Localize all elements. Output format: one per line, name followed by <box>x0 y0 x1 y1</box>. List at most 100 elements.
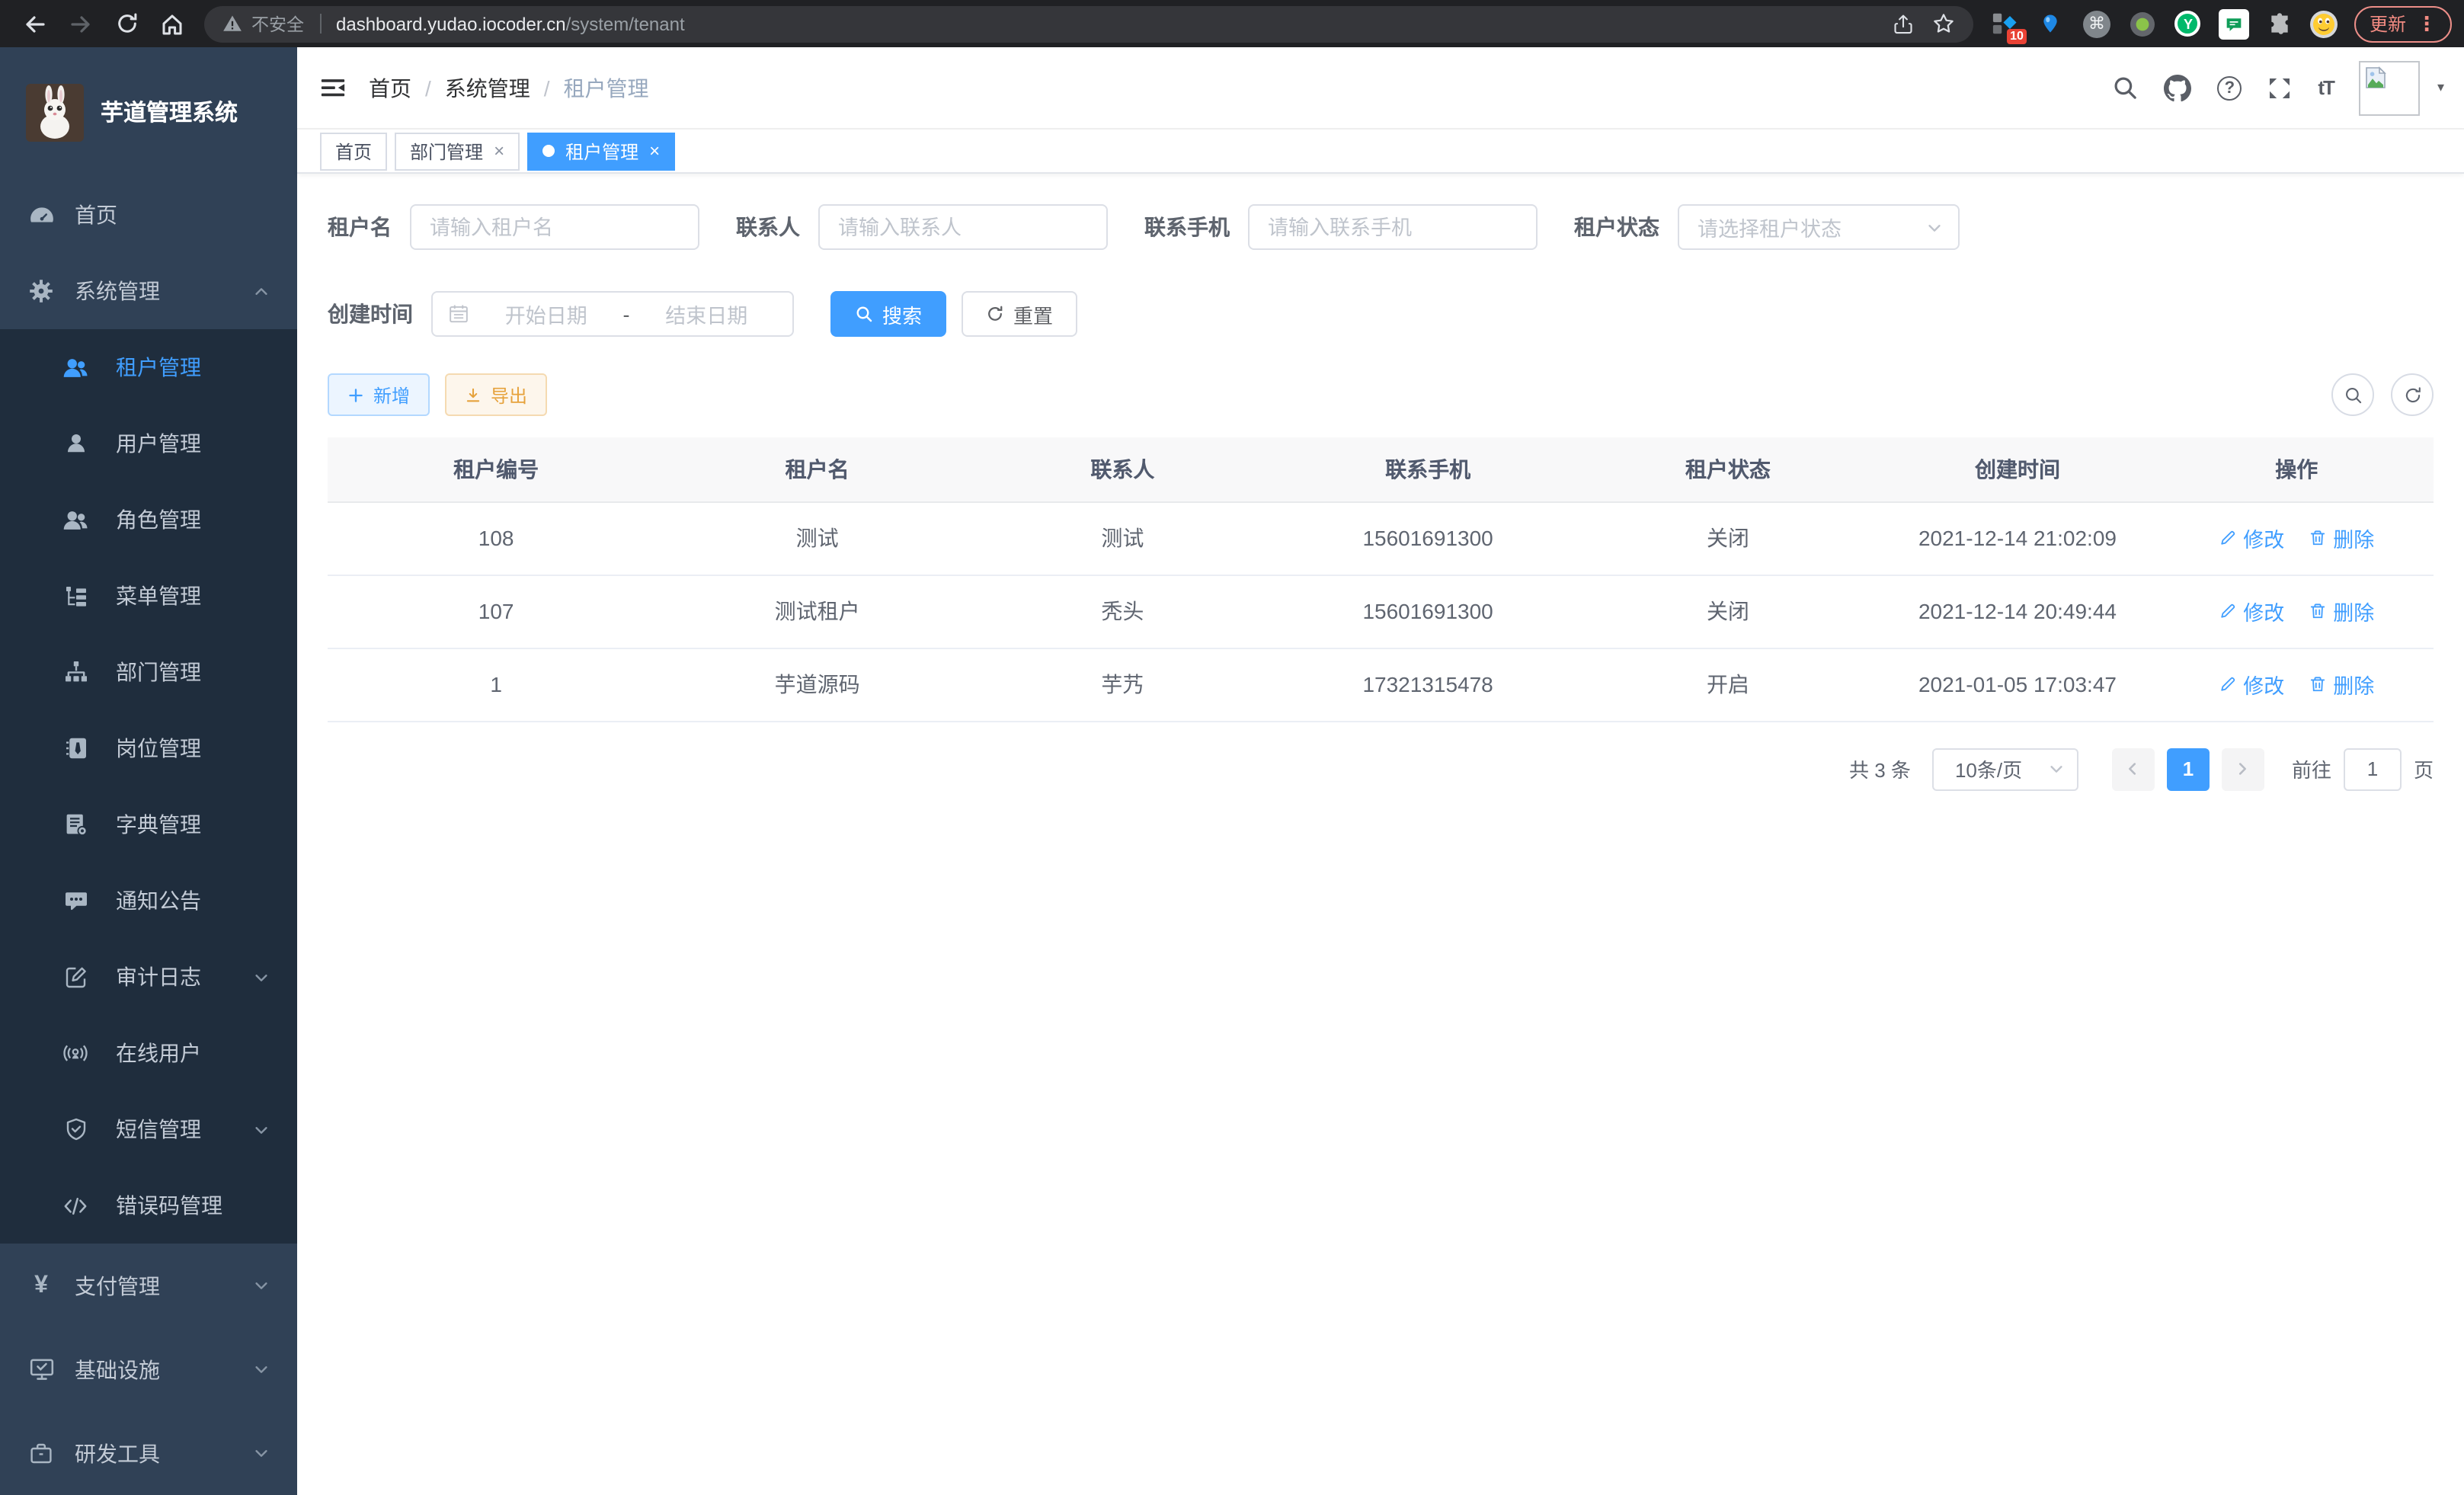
sidebar-toggle-icon[interactable] <box>297 76 369 99</box>
cell-status: 关闭 <box>1580 575 1875 648</box>
security-label[interactable]: 不安全 <box>251 11 304 36</box>
edit-link[interactable]: 修改 <box>2219 523 2284 553</box>
contact-input[interactable] <box>818 204 1108 250</box>
reset-button[interactable]: 重置 <box>962 291 1077 337</box>
close-icon[interactable]: × <box>494 142 504 160</box>
close-icon[interactable]: × <box>649 142 660 160</box>
sidebar-item-audit-log[interactable]: 审计日志 <box>0 939 297 1015</box>
search-button[interactable]: 搜索 <box>830 291 946 337</box>
chevron-down-icon <box>253 1361 270 1378</box>
page-unit-label: 页 <box>2414 754 2434 783</box>
date-range-picker[interactable]: 开始日期 - 结束日期 <box>431 291 794 337</box>
mobile-label: 联系手机 <box>1144 212 1230 242</box>
status-select[interactable]: 请选择租户状态 <box>1678 204 1960 250</box>
sidebar-item-error-code[interactable]: 错误码管理 <box>0 1167 297 1244</box>
breadcrumb-system[interactable]: 系统管理 <box>445 72 530 103</box>
forward-icon[interactable] <box>62 5 99 42</box>
sidebar-item-dev-tools[interactable]: 研发工具 <box>0 1411 297 1495</box>
next-page-button[interactable] <box>2222 748 2264 790</box>
avatar[interactable] <box>2360 60 2421 115</box>
delete-link[interactable]: 删除 <box>2309 669 2374 699</box>
page-number-1[interactable]: 1 <box>2167 748 2210 790</box>
export-button[interactable]: 导出 <box>445 373 547 416</box>
sidebar-item-system[interactable]: 系统管理 <box>0 253 297 329</box>
extension-command-icon[interactable]: ⌘ <box>2082 8 2112 39</box>
url-text[interactable]: dashboard.yudao.iocoder.cn/system/tenant <box>336 13 1874 34</box>
edit-link[interactable]: 修改 <box>2219 596 2284 626</box>
address-bar[interactable]: 不安全 dashboard.yudao.iocoder.cn/system/te… <box>204 5 1973 42</box>
fullscreen-icon[interactable] <box>2267 75 2292 100</box>
delete-link[interactable]: 删除 <box>2309 596 2374 626</box>
extension-pin-icon[interactable] <box>2036 8 2066 39</box>
sidebar-item-menu[interactable]: 菜单管理 <box>0 558 297 634</box>
sidebar-item-role[interactable]: 角色管理 <box>0 482 297 558</box>
home-icon[interactable] <box>154 5 190 42</box>
sidebar-item-notice[interactable]: 通知公告 <box>0 863 297 939</box>
extension-puzzle-icon[interactable] <box>2264 8 2295 39</box>
extension-grid-icon[interactable]: 10 <box>1990 8 2021 39</box>
bookmark-star-icon[interactable] <box>1932 12 1955 35</box>
cell-created: 2021-01-05 17:03:47 <box>1875 648 2159 721</box>
chrome-update-button[interactable]: 更新 ⋮ <box>2354 5 2452 42</box>
total-count: 共 3 条 <box>1849 754 1911 783</box>
app-logo-row[interactable]: 芋道管理系统 <box>0 47 297 177</box>
col-created: 创建时间 <box>1875 437 2159 501</box>
sidebar-item-user[interactable]: 用户管理 <box>0 405 297 482</box>
extension-chat-icon[interactable] <box>2219 8 2249 39</box>
share-icon[interactable] <box>1893 13 1914 34</box>
tag-tenant[interactable]: 租户管理 × <box>527 132 675 170</box>
sidebar-item-online-users[interactable]: 在线用户 <box>0 1015 297 1091</box>
cell-mobile: 15601691300 <box>1275 501 1581 575</box>
sidebar-item-home[interactable]: 首页 <box>0 177 297 253</box>
sidebar-item-label: 短信管理 <box>116 1114 201 1144</box>
github-icon[interactable] <box>2164 74 2191 101</box>
sidebar-item-post[interactable]: 岗位管理 <box>0 710 297 786</box>
delete-link[interactable]: 删除 <box>2309 523 2374 553</box>
table-header-row: 租户编号 租户名 联系人 联系手机 租户状态 创建时间 操作 <box>328 437 2434 501</box>
goto-page-input[interactable] <box>2344 748 2402 790</box>
sidebar-item-dict[interactable]: 字典管理 <box>0 786 297 863</box>
font-size-icon[interactable]: tT <box>2318 76 2334 99</box>
sidebar-item-label: 错误码管理 <box>116 1190 222 1221</box>
tag-home[interactable]: 首页 <box>320 132 387 170</box>
extension-y-icon[interactable]: Y <box>2173 8 2203 39</box>
extension-emoji-icon[interactable] <box>2310 10 2338 37</box>
avatar-caret-icon[interactable]: ▾ <box>2437 79 2444 96</box>
active-dot <box>542 145 555 157</box>
breadcrumb-home[interactable]: 首页 <box>369 72 411 103</box>
tree-icon <box>61 584 90 608</box>
table-row: 1 芋道源码 芋艿 17321315478 开启 2021-01-05 17:0… <box>328 648 2434 721</box>
calendar-icon <box>448 303 469 325</box>
message-icon <box>61 888 90 913</box>
show-search-button[interactable] <box>2331 373 2374 416</box>
refresh-button[interactable] <box>2391 373 2434 416</box>
sidebar-item-label: 字典管理 <box>116 809 201 840</box>
security-warning-icon[interactable] <box>222 14 242 34</box>
add-button[interactable]: 新增 <box>328 373 430 416</box>
help-icon[interactable]: ? <box>2217 75 2242 100</box>
breadcrumb: 首页 / 系统管理 / 租户管理 <box>369 72 649 103</box>
search-icon[interactable] <box>2112 75 2138 101</box>
tenant-name-input[interactable] <box>410 204 699 250</box>
reload-icon[interactable] <box>108 5 145 42</box>
prev-page-button[interactable] <box>2112 748 2155 790</box>
cell-actions: 修改删除 <box>2160 575 2434 648</box>
sidebar-item-tenant[interactable]: 租户管理 <box>0 329 297 405</box>
col-mobile: 联系手机 <box>1275 437 1581 501</box>
broadcast-icon <box>61 1040 90 1066</box>
chevron-down-icon <box>2048 760 2065 777</box>
sidebar-item-sms[interactable]: 短信管理 <box>0 1091 297 1167</box>
pagination: 共 3 条 10条/页 1 前往 <box>328 748 2434 790</box>
chrome-menu-icon[interactable]: ⋮ <box>2417 11 2437 36</box>
cell-status: 开启 <box>1580 648 1875 721</box>
chevron-up-icon <box>253 283 270 299</box>
sidebar-item-dept[interactable]: 部门管理 <box>0 634 297 710</box>
mobile-input[interactable] <box>1248 204 1538 250</box>
back-icon[interactable] <box>17 5 53 42</box>
page-size-select[interactable]: 10条/页 <box>1932 748 2078 790</box>
sidebar-item-infrastructure[interactable]: 基础设施 <box>0 1327 297 1411</box>
extension-record-icon[interactable] <box>2127 8 2158 39</box>
sidebar-item-payment[interactable]: ¥ 支付管理 <box>0 1244 297 1327</box>
edit-link[interactable]: 修改 <box>2219 669 2284 699</box>
tag-dept[interactable]: 部门管理 × <box>395 132 520 170</box>
